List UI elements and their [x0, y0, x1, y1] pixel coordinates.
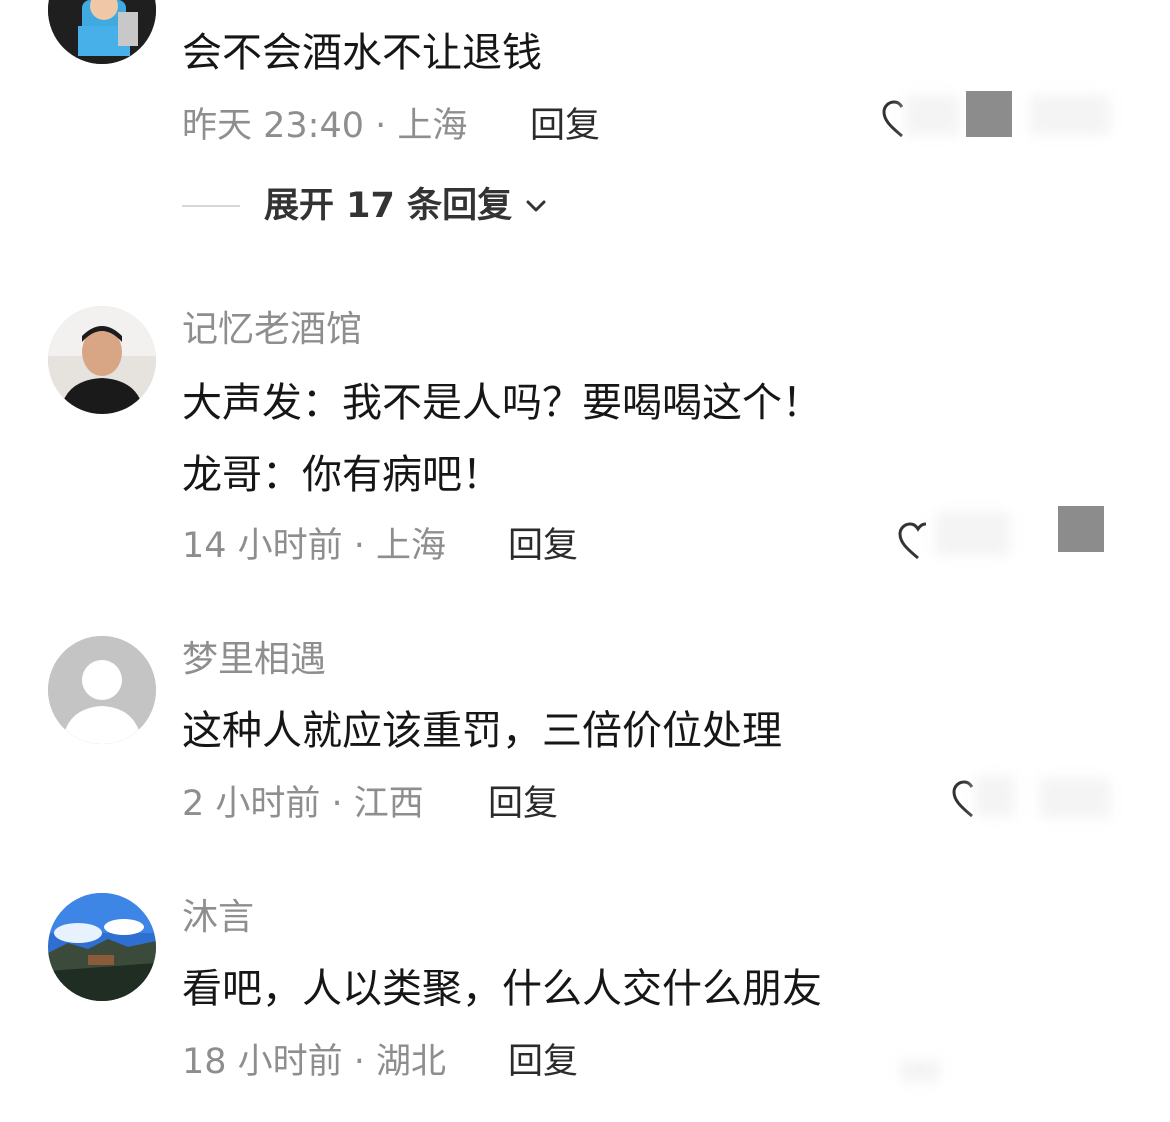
expand-replies-label: 展开 17 条回复 — [264, 186, 513, 226]
blurred-area — [900, 1060, 940, 1082]
comment-meta: 昨天 23:40 · 上海 — [182, 106, 468, 146]
avatar[interactable] — [48, 893, 156, 1001]
username[interactable]: 梦里相遇 — [182, 638, 326, 682]
comment-text: 大声发：我不是人吗？要喝喝这个！ — [182, 380, 822, 426]
comment-meta: 14 小时前 · 上海 — [182, 526, 447, 566]
chevron-down-icon — [526, 200, 546, 212]
heart-outline-icon[interactable] — [896, 520, 940, 564]
expand-replies-button[interactable]: 展开 17 条回复 — [182, 182, 550, 230]
reply-button[interactable]: 回复 — [508, 524, 578, 568]
blurred-like-count — [905, 95, 960, 135]
comment-text: 龙哥：你有病吧！ — [182, 452, 502, 498]
reply-button[interactable]: 回复 — [530, 104, 600, 148]
comment-text: 这种人就应该重罚，三倍价位处理 — [182, 708, 782, 754]
avatar[interactable] — [48, 306, 156, 414]
comment-text: 会不会酒水不让退钱 — [182, 30, 542, 76]
divider — [182, 205, 240, 207]
comment-text: 看吧，人以类聚，什么人交什么朋友 — [182, 966, 822, 1012]
reply-button[interactable]: 回复 — [488, 782, 558, 826]
comment-meta: 18 小时前 · 湖北 — [182, 1042, 447, 1082]
comment-meta: 2 小时前 · 江西 — [182, 784, 424, 824]
blurred-like-count — [975, 776, 1015, 816]
blurred-area — [1040, 778, 1110, 818]
blurred-like-count — [935, 512, 1010, 556]
redacted-area — [966, 91, 1012, 137]
user-placeholder-icon[interactable] — [48, 636, 156, 744]
redacted-area — [1058, 506, 1104, 552]
username[interactable]: 沐言 — [182, 896, 254, 940]
avatar[interactable] — [48, 0, 156, 64]
reply-button[interactable]: 回复 — [508, 1040, 578, 1084]
blurred-area — [1030, 95, 1110, 135]
username[interactable]: 记忆老酒馆 — [182, 308, 362, 352]
